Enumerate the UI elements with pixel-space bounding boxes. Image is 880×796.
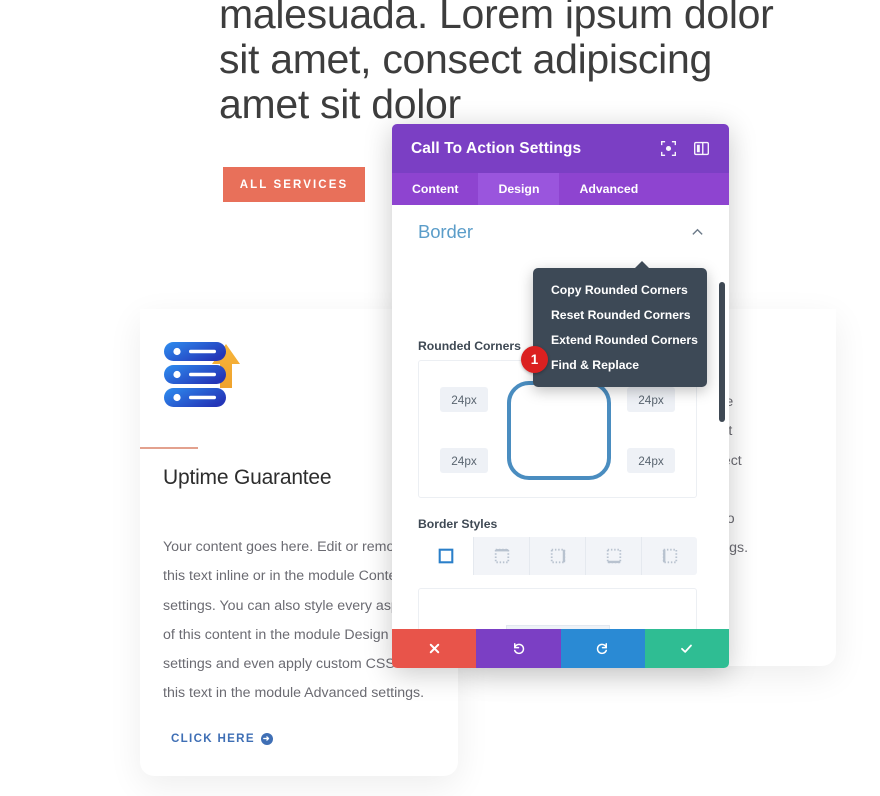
context-menu-caret: [634, 261, 650, 269]
border-top-icon-button[interactable]: [474, 537, 530, 575]
rounded-corners-label: Rounded Corners: [418, 339, 521, 353]
modal-footer: [392, 629, 729, 668]
border-section-header[interactable]: Border: [418, 221, 704, 243]
cancel-button[interactable]: [392, 629, 477, 668]
border-styles-label: Border Styles: [418, 517, 498, 531]
menu-item-reset-rounded-corners[interactable]: Reset Rounded Corners: [533, 302, 707, 327]
redo-icon: [596, 642, 608, 655]
tab-content[interactable]: Content: [392, 173, 478, 205]
modal-tabs: Content Design Advanced: [392, 173, 729, 205]
card-divider: [140, 447, 198, 449]
screen: malesuada. Lorem ipsum dolor sit amet, c…: [0, 0, 880, 796]
undo-button[interactable]: [476, 629, 561, 668]
tab-design[interactable]: Design: [478, 173, 560, 205]
modal-header: Call To Action Settings: [392, 124, 729, 173]
border-width-preview-inner: [505, 624, 610, 629]
undo-icon: [513, 642, 525, 655]
checkmark-icon: [681, 644, 693, 653]
border-right-icon-button[interactable]: [530, 537, 586, 575]
border-all-icon-button[interactable]: [418, 537, 474, 575]
call-to-action-settings-modal: Call To Action Settings Content Design A…: [392, 124, 729, 668]
redo-button[interactable]: [560, 629, 645, 668]
focus-target-icon[interactable]: [660, 140, 677, 157]
tab-advanced[interactable]: Advanced: [559, 173, 658, 205]
border-width-preview: [418, 588, 697, 629]
server-stack-upload-icon: [164, 342, 240, 407]
step-badge: 1: [521, 346, 548, 373]
card-title: Uptime Guarantee: [163, 466, 332, 489]
border-left-icon-button[interactable]: [642, 537, 697, 575]
rounded-corners-context-menu: Copy Rounded Corners Reset Rounded Corne…: [533, 261, 707, 387]
card-body-text: Your content goes here. Edit or remove t…: [163, 539, 425, 702]
close-x-icon: [429, 643, 439, 654]
all-services-button[interactable]: ALL SERVICES: [223, 167, 365, 202]
menu-item-copy-rounded-corners[interactable]: Copy Rounded Corners: [533, 277, 707, 302]
click-here-label: CLICK HERE: [171, 732, 255, 745]
corner-bottom-right-input[interactable]: 24px: [627, 448, 675, 473]
click-here-link[interactable]: CLICK HERE ➜: [171, 732, 273, 745]
page-title: malesuada. Lorem ipsum dolor sit amet, c…: [219, 0, 774, 127]
corner-top-right-input[interactable]: 24px: [627, 387, 675, 412]
modal-header-icons: [660, 140, 710, 157]
save-button[interactable]: [644, 629, 729, 668]
arrow-right-circle-icon: ➜: [260, 732, 273, 745]
modal-title: Call To Action Settings: [411, 139, 582, 157]
rounded-corners-preview: [507, 381, 611, 480]
layout-columns-icon[interactable]: [693, 140, 710, 157]
border-styles-options: [418, 537, 697, 575]
menu-item-find-and-replace[interactable]: Find & Replace: [533, 352, 707, 377]
corner-top-left-input[interactable]: 24px: [440, 387, 488, 412]
chevron-up-icon[interactable]: [691, 226, 704, 239]
modal-scrollbar[interactable]: [719, 282, 725, 422]
border-bottom-icon-button[interactable]: [586, 537, 642, 575]
corner-bottom-left-input[interactable]: 24px: [440, 448, 488, 473]
section-title: Border: [418, 221, 473, 242]
menu-item-extend-rounded-corners[interactable]: Extend Rounded Corners: [533, 327, 707, 352]
